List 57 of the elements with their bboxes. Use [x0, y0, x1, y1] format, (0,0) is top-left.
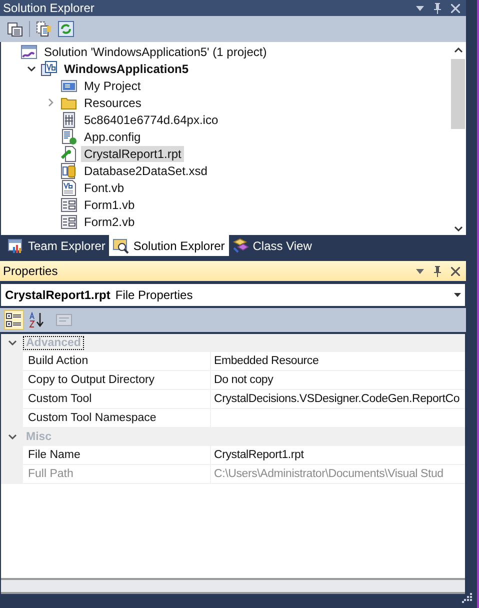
object-type: File Properties: [115, 288, 193, 302]
panel-title: Solution Explorer: [3, 1, 94, 15]
vb-file-icon: [61, 180, 77, 196]
tree-item[interactable]: My Project: [81, 78, 144, 94]
refresh-icon[interactable]: [58, 21, 74, 37]
scroll-up-icon[interactable]: [454, 47, 462, 53]
tree-item[interactable]: CrystalReport1.rpt: [81, 146, 184, 162]
property-value[interactable]: Do not copy: [211, 371, 465, 389]
panel-title: Properties: [3, 264, 58, 278]
tree-item[interactable]: Database2DataSet.xsd: [81, 162, 210, 178]
expanded-caret-icon[interactable]: [8, 340, 16, 346]
property-name[interactable]: Custom Tool Namespace: [23, 409, 211, 427]
form-file-icon: [61, 214, 77, 230]
project-properties-icon: [61, 78, 77, 94]
property-value[interactable]: CrystalReport1.rpt: [211, 446, 465, 464]
tree-item[interactable]: Form1.vb: [81, 196, 138, 212]
class-view-icon: [232, 238, 249, 254]
panel-tab[interactable]: Team Explorer: [4, 235, 110, 256]
tree-item[interactable]: Solution 'WindowsApplication5' (1 project): [41, 44, 270, 60]
categorized-button[interactable]: [4, 310, 24, 330]
property-name[interactable]: Copy to Output Directory: [23, 371, 211, 389]
property-value[interactable]: CrystalDecisions.VSDesigner.CodeGen.ReportCo: [211, 390, 465, 408]
panel-tab[interactable]: Solution Explorer: [109, 235, 229, 256]
properties-icon[interactable]: [7, 21, 23, 37]
tree-item[interactable]: Font.vb: [81, 180, 128, 196]
scrollbar-thumb[interactable]: [451, 59, 465, 129]
resize-grip-icon[interactable]: [462, 593, 472, 603]
icon-file-icon: [61, 112, 77, 128]
dropdown-icon[interactable]: [454, 293, 461, 297]
documents-icon[interactable]: [29, 21, 52, 37]
pin-icon[interactable]: [433, 2, 442, 14]
team-icon: [8, 238, 24, 254]
collapsed-caret-icon[interactable]: [48, 98, 54, 107]
property-name[interactable]: File Name: [23, 446, 211, 464]
dropdown-icon[interactable]: [416, 6, 424, 10]
tree-item[interactable]: Resources: [81, 94, 144, 110]
tree-item[interactable]: 5c86401e6774d.64px.ico: [81, 112, 222, 128]
object-selector[interactable]: CrystalReport1.rpt File Properties: [1, 284, 465, 306]
magnifier-window-icon: [113, 238, 130, 254]
property-name[interactable]: Custom Tool: [23, 390, 211, 408]
scroll-down-icon[interactable]: [454, 226, 462, 232]
close-icon[interactable]: [451, 266, 460, 276]
pin-icon[interactable]: [433, 266, 442, 276]
form-file-icon: [61, 196, 77, 212]
dataset-file-icon: [61, 162, 77, 178]
property-value[interactable]: Embedded Resource: [211, 352, 465, 370]
tree-item[interactable]: WindowsApplication5: [61, 60, 192, 76]
property-name[interactable]: Build Action: [23, 352, 211, 370]
expanded-caret-icon[interactable]: [26, 66, 36, 72]
expanded-caret-icon[interactable]: [8, 434, 16, 440]
config-file-icon: [61, 128, 77, 144]
object-name: CrystalReport1.rpt: [5, 288, 110, 302]
panel-tab[interactable]: Class View: [228, 235, 316, 256]
report-file-icon: [61, 146, 77, 162]
tree-item[interactable]: Form2.vb: [81, 214, 138, 230]
tree-item[interactable]: App.config: [81, 128, 144, 144]
vb-project-icon: [41, 60, 57, 76]
